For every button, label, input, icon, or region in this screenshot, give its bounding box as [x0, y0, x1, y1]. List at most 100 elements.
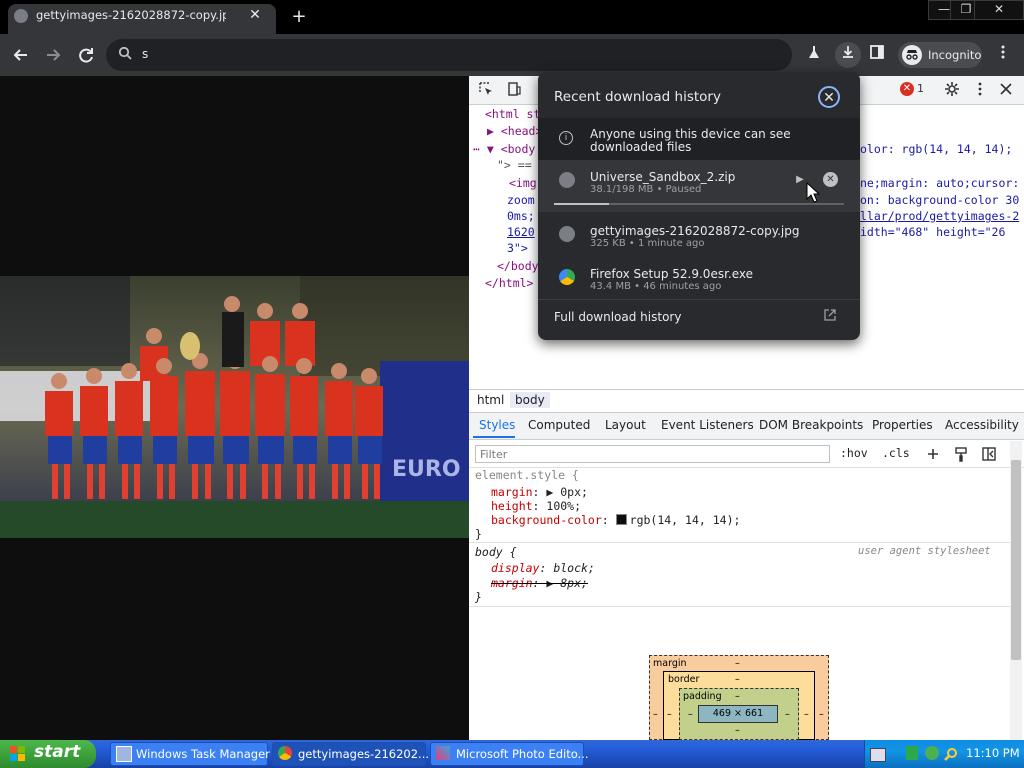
box-model-padding-top[interactable]: –: [735, 691, 740, 702]
forward-button[interactable]: [42, 44, 64, 66]
box-model-padding-bottom[interactable]: –: [735, 725, 740, 736]
back-button[interactable]: [10, 44, 32, 66]
info-icon: i: [559, 131, 573, 145]
style-prop-display[interactable]: display: block;: [491, 561, 595, 575]
style-prop-margin-overridden[interactable]: margin: ▶ 8px;: [491, 576, 588, 590]
dom-node-body[interactable]: ⋯ ▼ <body: [473, 142, 535, 156]
element-style-selector[interactable]: element.style {: [475, 468, 579, 482]
download-icon: [837, 44, 859, 66]
resume-play-icon[interactable]: ▶: [793, 173, 807, 187]
task-manager-icon: [116, 746, 132, 762]
address-bar[interactable]: [106, 39, 792, 71]
dom-body-style-value: olor: rgb(14, 14, 14);: [860, 142, 1013, 156]
download-file-name[interactable]: Universe_Sandbox_2.zip: [590, 170, 735, 184]
device-toolbar-icon[interactable]: [505, 81, 523, 99]
tab-layout[interactable]: Layout: [605, 418, 646, 432]
body-rule-selector[interactable]: body {: [475, 545, 517, 559]
box-model-border-left[interactable]: –: [667, 709, 672, 720]
download-file-name[interactable]: Firefox Setup 52.9.0esr.exe: [590, 267, 753, 281]
search-icon[interactable]: [944, 746, 958, 765]
prop-name: background-color: [491, 513, 602, 527]
tab-styles[interactable]: Styles: [479, 418, 515, 432]
style-prop-background-color[interactable]: background-color: rgb(14, 14, 14);: [491, 513, 740, 527]
breadcrumb: [469, 389, 1024, 413]
error-icon[interactable]: ✕: [900, 82, 914, 96]
hov-toggle[interactable]: :hov: [840, 446, 868, 460]
incognito-icon: [902, 45, 922, 65]
close-window-button[interactable]: ✕: [974, 0, 1024, 20]
keyboard-icon[interactable]: [870, 748, 886, 762]
prop-value: rgb(14, 14, 14);: [629, 513, 741, 527]
gear-icon[interactable]: [943, 81, 961, 99]
dom-node-html[interactable]: <html st: [485, 107, 540, 121]
styles-filter-input[interactable]: Filter: [475, 445, 830, 463]
flask-icon[interactable]: [803, 44, 825, 66]
dom-node-img[interactable]: <img: [509, 176, 537, 190]
box-model-padding-left[interactable]: –: [688, 709, 693, 720]
paint-roller-icon[interactable]: [952, 446, 970, 464]
breadcrumb-body[interactable]: body: [510, 392, 550, 408]
task-label: Windows Task Manager: [136, 747, 270, 761]
incognito-label: Incognito: [928, 48, 982, 62]
task-label: Microsoft Photo Edito...: [456, 747, 589, 761]
full-download-history-link[interactable]: Full download history: [554, 310, 681, 324]
dom-node-html-close[interactable]: </html>: [485, 276, 533, 290]
styles-scrollbar-thumb[interactable]: [1011, 460, 1021, 660]
task-label: gettyimages-216202...: [298, 747, 430, 761]
box-model-padding-right[interactable]: –: [785, 709, 790, 720]
close-devtools-icon[interactable]: [997, 81, 1015, 99]
tab-accessibility[interactable]: Accessibility: [945, 418, 1019, 432]
tray-app-icon[interactable]: [906, 746, 918, 760]
mouse-cursor-icon: [806, 181, 821, 208]
prop-name: margin: [491, 485, 533, 499]
rule-close-brace: }: [475, 527, 482, 541]
box-model-margin-top[interactable]: –: [735, 658, 740, 669]
tab-event-listeners[interactable]: Event Listeners: [661, 418, 754, 432]
cls-toggle[interactable]: .cls: [882, 446, 910, 460]
rule-source: user agent stylesheet: [858, 545, 991, 557]
new-tab-button[interactable]: +: [288, 6, 310, 28]
dom-img-style-line-1: ne;margin: auto;cursor:: [860, 176, 1020, 190]
toggle-sidebar-icon[interactable]: [980, 446, 998, 464]
dom-img-src-line[interactable]: llar/prod/gettyimages-2: [860, 209, 1019, 223]
reload-button[interactable]: [75, 44, 97, 66]
breadcrumb-html[interactable]: html: [472, 392, 509, 408]
color-swatch[interactable]: [615, 514, 627, 525]
tab-close-icon[interactable]: ✕: [246, 6, 264, 24]
box-model-content[interactable]: 469 × 661: [698, 705, 778, 723]
style-prop-margin[interactable]: margin: ▶ 0px;: [491, 485, 588, 499]
prop-name: margin: [491, 576, 533, 590]
inspect-element-icon[interactable]: [477, 81, 495, 99]
box-model-margin-right[interactable]: –: [819, 709, 824, 720]
cancel-download-icon[interactable]: ✕: [823, 172, 838, 187]
active-tab-indicator: [473, 436, 515, 438]
box-model-margin-left[interactable]: –: [653, 709, 658, 720]
dom-img-style-line-2: on: background-color 30: [860, 193, 1020, 207]
devtools-menu-icon[interactable]: [971, 81, 989, 99]
rule-close-brace: }: [475, 590, 482, 604]
box-model-margin-label: margin: [653, 658, 687, 669]
box-model-border-right[interactable]: –: [804, 709, 809, 720]
kebab-menu-icon[interactable]: [992, 44, 1014, 66]
download-file-name[interactable]: gettyimages-2162028872-copy.jpg: [590, 224, 799, 238]
tab-computed[interactable]: Computed: [528, 418, 590, 432]
style-prop-height[interactable]: height: 100%;: [491, 499, 581, 513]
svg-text:EURO: EURO: [392, 457, 461, 482]
add-rule-icon[interactable]: [924, 446, 942, 464]
dom-img-attr-line-4: 3">: [507, 241, 528, 255]
external-link-icon[interactable]: [823, 309, 837, 323]
dom-node-head[interactable]: ▶ <head>: [487, 124, 542, 138]
box-model-border-top[interactable]: –: [735, 674, 740, 685]
trophy-celebration-photo[interactable]: EURO: [0, 276, 469, 538]
close-popup-button[interactable]: ✕: [818, 86, 840, 108]
download-file-meta: 325 KB • 1 minute ago: [590, 238, 705, 249]
file-icon: [559, 226, 575, 242]
network-icon[interactable]: [925, 746, 939, 760]
address-input[interactable]: s: [142, 47, 148, 61]
dom-img-attr-line-2: 0ms;: [507, 209, 535, 223]
prop-value: 100%;: [546, 499, 582, 513]
file-icon: [559, 172, 575, 188]
tab-dom-breakpoints[interactable]: DOM Breakpoints: [759, 418, 863, 432]
side-panel-icon[interactable]: [866, 44, 888, 66]
tab-properties[interactable]: Properties: [872, 418, 933, 432]
